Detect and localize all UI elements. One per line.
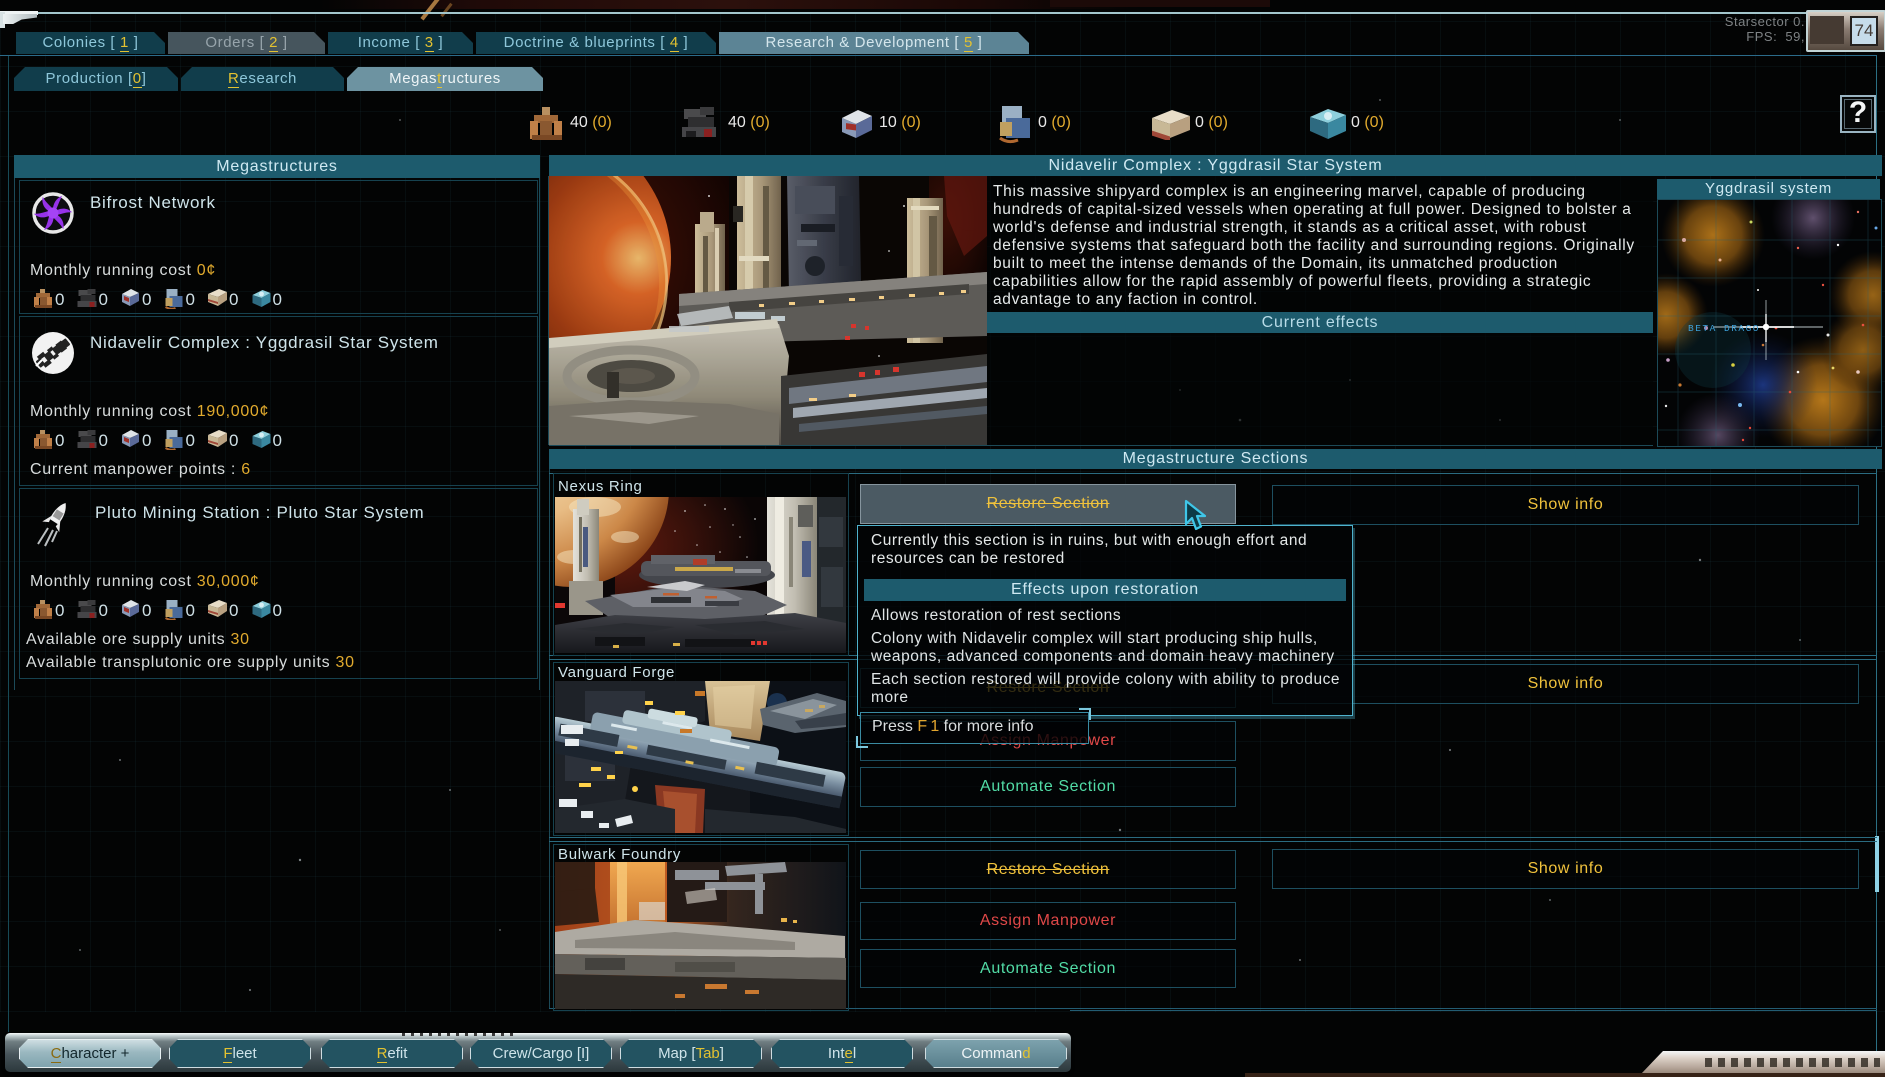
svg-text:0: 0 — [99, 290, 108, 309]
svg-text:0: 0 — [142, 431, 151, 450]
svg-text:0: 0 — [229, 290, 238, 309]
svg-text:0: 0 — [55, 431, 64, 450]
svg-text:0: 0 — [186, 431, 195, 450]
svg-text:0: 0 — [229, 601, 238, 620]
svg-text:0: 0 — [273, 290, 282, 309]
svg-text:0: 0 — [142, 601, 151, 620]
svg-text:0: 0 — [273, 601, 282, 620]
svg-text:0: 0 — [186, 290, 195, 309]
svg-text:0: 0 — [55, 601, 64, 620]
svg-text:0: 0 — [273, 431, 282, 450]
svg-text:0: 0 — [99, 431, 108, 450]
svg-text:0: 0 — [186, 601, 195, 620]
svg-text:BETA DRAGO: BETA DRAGO — [1688, 323, 1760, 334]
svg-text:0: 0 — [142, 290, 151, 309]
svg-text:0: 0 — [229, 431, 238, 450]
svg-text:0: 0 — [55, 290, 64, 309]
svg-text:0: 0 — [99, 601, 108, 620]
